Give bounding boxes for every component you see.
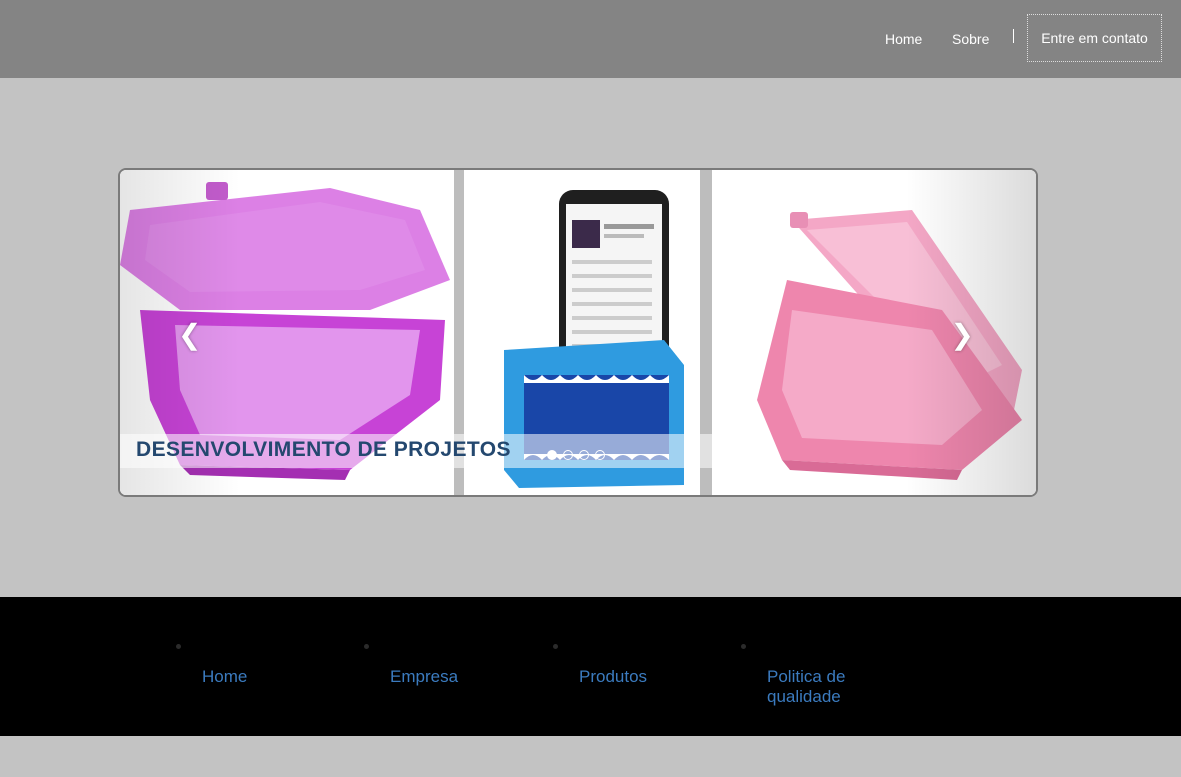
footer-link-empresa[interactable]: Empresa	[390, 667, 458, 687]
chevron-right-icon[interactable]: ❯	[951, 320, 974, 350]
carousel-indicator-4[interactable]	[595, 450, 605, 460]
site-header: Home Sobre Entre em contato	[0, 0, 1181, 78]
bullet-icon	[741, 644, 746, 649]
slide-caption: DESENVOLVIMENTO DE PROJETOS	[136, 438, 511, 461]
carousel-indicator-1[interactable]	[547, 450, 557, 460]
bullet-icon	[553, 644, 558, 649]
bullet-icon	[176, 644, 181, 649]
contact-button[interactable]: Entre em contato	[1027, 14, 1162, 62]
nav-sobre-link[interactable]: Sobre	[952, 31, 989, 47]
product-image-pink-box	[712, 170, 1036, 495]
image-carousel: DESENVOLVIMENTO DE PROJETOS ❮ ❯	[118, 168, 1038, 497]
footer-link-politica[interactable]: Politica de qualidade	[767, 667, 877, 707]
site-footer: Home Empresa Produtos Politica de qualid…	[0, 597, 1181, 736]
chevron-left-icon[interactable]: ❮	[178, 320, 201, 350]
footer-link-home[interactable]: Home	[202, 667, 247, 687]
carousel-indicators	[547, 450, 605, 460]
carousel-indicator-3[interactable]	[579, 450, 589, 460]
carousel-indicator-2[interactable]	[563, 450, 573, 460]
footer-link-produtos[interactable]: Produtos	[579, 667, 647, 687]
bullet-icon	[364, 644, 369, 649]
nav-home-link[interactable]: Home	[885, 31, 922, 47]
nav-divider	[1013, 29, 1014, 43]
